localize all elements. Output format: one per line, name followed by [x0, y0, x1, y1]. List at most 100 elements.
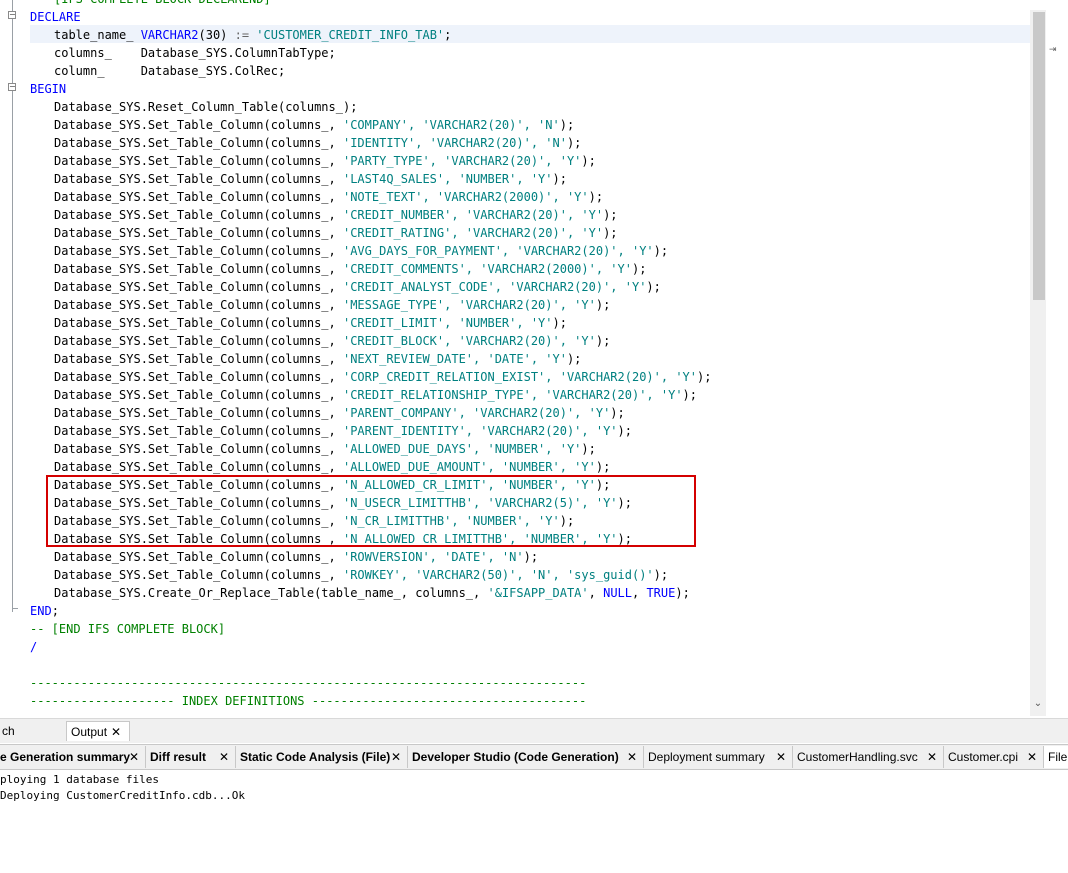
code-token: );	[559, 118, 575, 132]
code-line: Database_SYS.Set_Table_Column(columns_, …	[54, 296, 610, 314]
tab-output[interactable]: Output ✕	[66, 721, 130, 741]
code-line: Database_SYS.Set_Table_Column(columns_, …	[54, 206, 618, 224]
code-token: -------------------- INDEX DEFINITIONS -…	[30, 694, 587, 708]
close-icon[interactable]: ✕	[776, 746, 786, 768]
tab-code-generation-summary[interactable]: e Generation summary ✕	[0, 746, 146, 768]
code-token: );	[617, 424, 632, 438]
code-token: Database_SYS.Set_Table_Column(columns_,	[54, 316, 343, 330]
code-token: ;	[444, 28, 452, 42]
code-line: Database_SYS.Set_Table_Column(columns_, …	[54, 278, 661, 296]
code-token: 'CREDIT_BLOCK', 'VARCHAR2(20)', 'Y'	[342, 334, 596, 348]
code-token: Database_SYS.Set_Table_Column(columns_,	[54, 154, 343, 168]
code-line: Database_SYS.Set_Table_Column(columns_, …	[54, 134, 581, 152]
code-token: );	[566, 136, 582, 150]
code-line: -------------------- INDEX DEFINITIONS -…	[30, 692, 586, 710]
code-token: 'COMPANY', 'VARCHAR2(20)', 'N'	[342, 118, 560, 132]
fold-end-marker	[12, 608, 18, 609]
tab-diff-result[interactable]: Diff result ✕	[146, 746, 236, 768]
code-token: Database_SYS.Set_Table_Column(columns_,	[54, 172, 343, 186]
code-token: );	[697, 370, 712, 384]
code-token: -- [END IFS COMPLETE BLOCK]	[30, 622, 226, 636]
code-token: 'CREDIT_RATING', 'VARCHAR2(20)', 'Y'	[342, 226, 604, 240]
fold-toggle-begin[interactable]: −	[8, 83, 16, 91]
tab-customerhandling-svc[interactable]: CustomerHandling.svc ✕	[793, 746, 944, 768]
code-token: );	[631, 262, 647, 276]
code-line: Database_SYS.Set_Table_Column(columns_, …	[54, 314, 567, 332]
close-icon[interactable]: ✕	[1027, 746, 1037, 768]
code-token: Database_SYS.Set_Table_Column(columns_,	[54, 244, 343, 258]
code-line: Database_SYS.Set_Table_Column(columns_, …	[54, 458, 610, 476]
code-token: column_ Database_SYS.ColRec;	[54, 64, 286, 78]
code-token: DECLARE	[30, 10, 81, 24]
tab-file[interactable]: File	[1044, 746, 1068, 768]
code-token: VARCHAR2	[140, 28, 199, 42]
code-line: Database_SYS.Set_Table_Column(columns_, …	[54, 260, 646, 278]
code-token: 'PARENT_IDENTITY', 'VARCHAR2(20)', 'Y'	[342, 424, 618, 438]
code-token: );	[682, 388, 697, 402]
code-token: 'CREDIT_RELATIONSHIP_TYPE', 'VARCHAR2(20…	[342, 388, 683, 402]
close-icon[interactable]: ✕	[219, 746, 229, 768]
code-token: );	[595, 298, 611, 312]
close-icon[interactable]: ✕	[129, 746, 139, 768]
code-token: );	[581, 154, 596, 168]
code-token: 'IDENTITY', 'VARCHAR2(20)', 'N'	[342, 136, 567, 150]
scroll-down-icon[interactable]: ⌄	[1032, 697, 1044, 711]
code-token: NULL	[603, 586, 632, 600]
tab-label: Developer Studio (Code Generation)	[412, 750, 619, 764]
code-token: 'CREDIT_ANALYST_CODE', 'VARCHAR2(20)', '…	[342, 280, 647, 294]
code-token: :=	[234, 28, 250, 42]
code-token: 'LAST4Q_SALES', 'NUMBER', 'Y'	[342, 172, 553, 186]
code-token: 'PARTY_TYPE', 'VARCHAR2(20)', 'Y'	[342, 154, 582, 168]
code-token: Database_SYS.Reset_Column_Table(columns_…	[54, 100, 358, 114]
code-token: 'CUSTOMER_CREDIT_INFO_TAB'	[249, 28, 445, 42]
code-token: 'CREDIT_COMMENTS', 'VARCHAR2(2000)', 'Y'	[342, 262, 632, 276]
output-line: ploying 1 database files	[0, 773, 159, 786]
tab-deployment-summary[interactable]: Deployment summary ✕	[644, 746, 793, 768]
code-line: columns_ Database_SYS.ColumnTabType;	[54, 44, 336, 62]
scrollbar-thumb[interactable]	[1033, 12, 1045, 300]
code-token: 'PARENT_COMPANY', 'VARCHAR2(20)', 'Y'	[342, 406, 611, 420]
code-token: );	[653, 244, 669, 258]
code-token: columns_ Database_SYS.ColumnTabType;	[54, 46, 336, 60]
output-console[interactable]: ploying 1 database files Deploying Custo…	[0, 770, 1068, 873]
code-token: /	[30, 640, 38, 654]
code-token: table_name_	[54, 28, 141, 42]
tab-label: CustomerHandling.svc	[797, 750, 918, 764]
code-token: );	[646, 280, 661, 294]
code-token: TRUE	[646, 586, 676, 600]
code-token: );	[552, 172, 567, 186]
code-token: );	[523, 550, 539, 564]
close-icon[interactable]: ✕	[627, 746, 637, 768]
tab-label: Static Code Analysis (File)	[240, 750, 391, 764]
code-line: Database_SYS.Set_Table_Column(columns_, …	[54, 404, 625, 422]
code-token: Database_SYS.Set_Table_Column(columns_,	[54, 406, 343, 420]
code-token: Database_SYS.Set_Table_Column(columns_,	[54, 460, 343, 474]
close-icon[interactable]: ✕	[391, 746, 401, 768]
code-token: Database_SYS.Set_Table_Column(columns_,	[54, 568, 343, 582]
tab-customer-cpi[interactable]: Customer.cpi ✕	[944, 746, 1044, 768]
close-icon[interactable]: ✕	[927, 746, 937, 768]
code-token: );	[610, 406, 625, 420]
tab-search-results[interactable]: ch Results	[0, 721, 62, 758]
code-token: 'ROWKEY', 'VARCHAR2(50)', 'N', 'sys_guid…	[342, 568, 654, 582]
fold-toggle-declare[interactable]: −	[8, 11, 16, 19]
tab-static-code-analysis[interactable]: Static Code Analysis (File) ✕	[236, 746, 408, 768]
close-icon[interactable]: ✕	[111, 725, 121, 739]
code-token: );	[675, 586, 690, 600]
split-view-icon[interactable]: ⇥	[1049, 45, 1061, 57]
code-token: Database_SYS.Set_Table_Column(columns_,	[54, 208, 343, 222]
code-line: column_ Database_SYS.ColRec;	[54, 62, 285, 80]
code-token: );	[603, 226, 618, 240]
code-token: 'ROWVERSION', 'DATE', 'N'	[342, 550, 524, 564]
code-token: );	[653, 568, 669, 582]
code-line: BEGIN	[30, 80, 66, 98]
code-line: Database_SYS.Set_Table_Column(columns_, …	[54, 332, 610, 350]
tab-developer-studio[interactable]: Developer Studio (Code Generation) ✕	[408, 746, 644, 768]
code-line: Database_SYS.Set_Table_Column(columns_, …	[54, 440, 596, 458]
code-line: Database_SYS.Set_Table_Column(columns_, …	[54, 350, 581, 368]
tab-label: Output	[71, 725, 108, 739]
code-editor[interactable]: − − [IFS COMPLETE BLOCK DECLAREND] DECLAR…	[0, 0, 1068, 716]
vertical-scrollbar[interactable]	[1030, 10, 1046, 716]
code-line: Database_SYS.Set_Table_Column(columns_, …	[54, 224, 618, 242]
code-token: Database_SYS.Set_Table_Column(columns_,	[54, 280, 343, 294]
